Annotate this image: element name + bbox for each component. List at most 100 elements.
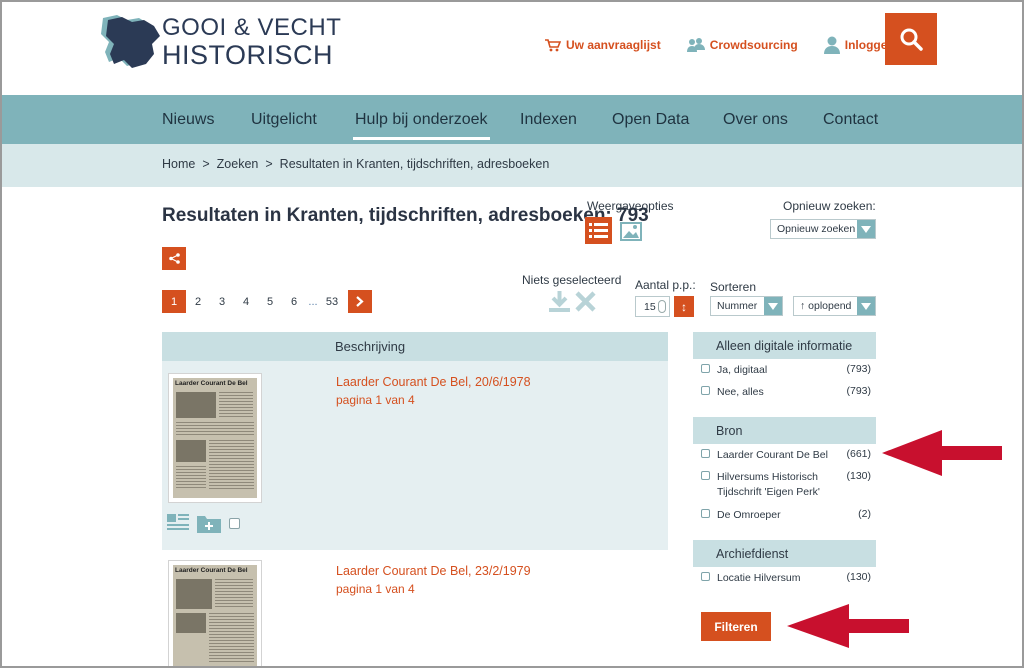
annotation-arrow-icon bbox=[882, 430, 1002, 476]
facet-checkbox[interactable] bbox=[701, 364, 710, 373]
image-icon bbox=[620, 222, 642, 241]
breadcrumb-home[interactable]: Home bbox=[162, 157, 195, 171]
facet-checkbox[interactable] bbox=[701, 572, 710, 581]
selection-status: Niets geselecteerd bbox=[522, 273, 622, 287]
per-page-value: 15 bbox=[644, 300, 656, 313]
request-list-link[interactable]: Uw aanvraaglijst bbox=[545, 38, 661, 52]
facet-option-label-line2: Tijdschrift 'Eigen Perk' bbox=[717, 486, 820, 498]
result-thumbnail[interactable]: Laarder Courant De Bel bbox=[168, 373, 262, 503]
breadcrumb-separator: > bbox=[265, 157, 273, 171]
list-view-button[interactable] bbox=[585, 217, 612, 244]
page-link[interactable]: 1 bbox=[162, 290, 186, 313]
logo-title-line1: GOOI & VECHT bbox=[162, 14, 342, 41]
sort-label: Sorteren bbox=[710, 280, 757, 294]
facet-heading-source: Bron bbox=[693, 417, 876, 444]
per-page-label: Aantal p.p.: bbox=[635, 278, 696, 292]
spinner-icon[interactable] bbox=[658, 300, 666, 313]
filter-button[interactable]: Filteren bbox=[701, 612, 771, 641]
breadcrumb-search[interactable]: Zoeken bbox=[217, 157, 259, 171]
facet-checkbox[interactable] bbox=[701, 509, 710, 518]
sort-direction-icon: ↕ bbox=[681, 299, 687, 314]
page-link[interactable]: 4 bbox=[234, 290, 258, 313]
breadcrumb-bar: Home > Zoeken > Resultaten in Kranten, t… bbox=[0, 144, 1024, 187]
crowdsourcing-label: Crowdsourcing bbox=[709, 38, 798, 52]
facet-option-label: Ja, digitaal bbox=[717, 364, 768, 376]
facet-option-count: (661) bbox=[846, 448, 871, 460]
result-page-info: pagina 1 van 4 bbox=[336, 582, 415, 596]
facet-checkbox[interactable] bbox=[701, 449, 710, 458]
page-title: Resultaten in Kranten, tijdschriften, ad… bbox=[162, 205, 649, 226]
facet-heading-archive: Archiefdienst bbox=[693, 540, 876, 567]
sort-direction-button[interactable]: ↕ bbox=[674, 296, 694, 317]
nav-item-contact[interactable]: Contact bbox=[823, 95, 878, 144]
research-select-value: Opnieuw zoeken bbox=[777, 223, 856, 235]
result-title-link[interactable]: Laarder Courant De Bel, 20/6/1978 bbox=[336, 375, 531, 389]
gallery-view-button[interactable] bbox=[620, 222, 642, 246]
result-select-checkbox[interactable] bbox=[229, 518, 240, 529]
facet-option[interactable]: Hilversums Historisch Tijdschrift 'Eigen… bbox=[701, 470, 871, 502]
page-ellipsis: ... bbox=[308, 295, 318, 308]
chevron-right-icon bbox=[356, 296, 364, 307]
thumbnail-masthead: Laarder Courant De Bel bbox=[175, 567, 248, 574]
research-select[interactable]: Opnieuw zoeken bbox=[770, 219, 876, 239]
chevron-down-icon bbox=[764, 297, 782, 315]
page-link[interactable]: 3 bbox=[210, 290, 234, 313]
next-page-button[interactable] bbox=[348, 290, 372, 313]
page-link[interactable]: 5 bbox=[258, 290, 282, 313]
nav-item-news[interactable]: Nieuws bbox=[162, 95, 214, 144]
nav-item-about[interactable]: Over ons bbox=[723, 95, 788, 144]
details-icon[interactable] bbox=[167, 514, 189, 533]
sort-field-select[interactable]: Nummer bbox=[710, 296, 783, 316]
download-icon[interactable] bbox=[548, 290, 571, 313]
request-list-label: Uw aanvraaglijst bbox=[566, 38, 661, 52]
facet-option-count: (793) bbox=[846, 385, 871, 397]
user-icon bbox=[823, 36, 840, 54]
sort-order-value: ↑ oplopend bbox=[800, 300, 852, 312]
site-logo[interactable]: GOOI & VECHT HISTORISCH bbox=[100, 12, 341, 74]
facet-option-label: Locatie Hilversum bbox=[717, 572, 801, 584]
page-link[interactable]: 53 bbox=[320, 290, 344, 313]
description-column-label: Beschrijving bbox=[335, 339, 406, 354]
map-logo-icon bbox=[101, 15, 160, 68]
clear-selection-icon[interactable] bbox=[574, 290, 597, 313]
result-thumbnail[interactable]: Laarder Courant De Bel bbox=[168, 560, 262, 668]
nav-item-open-data[interactable]: Open Data bbox=[612, 95, 689, 144]
share-icon bbox=[168, 253, 180, 264]
view-options-label: Weergaveopties bbox=[587, 199, 674, 213]
nav-item-highlighted[interactable]: Uitgelicht bbox=[251, 95, 317, 144]
result-title-link[interactable]: Laarder Courant De Bel, 23/2/1979 bbox=[336, 564, 531, 578]
facet-option-label: Hilversums Historisch bbox=[717, 471, 818, 483]
nav-item-research-help[interactable]: Hulp bij onderzoek bbox=[353, 95, 490, 144]
main-nav: Nieuws Uitgelicht Hulp bij onderzoek Ind… bbox=[0, 95, 1024, 144]
thumbnail-masthead: Laarder Courant De Bel bbox=[175, 380, 248, 387]
page-link[interactable]: 6 bbox=[282, 290, 306, 313]
sort-field-value: Nummer bbox=[717, 300, 758, 312]
facet-option-count: (793) bbox=[846, 363, 871, 375]
sort-order-select[interactable]: ↑ oplopend bbox=[793, 296, 876, 316]
nav-item-indexes[interactable]: Indexen bbox=[520, 95, 577, 144]
results-column-header: Beschrijving bbox=[162, 332, 668, 361]
facet-option-count: (2) bbox=[858, 508, 871, 520]
search-button[interactable] bbox=[885, 13, 937, 65]
page-link[interactable]: 2 bbox=[186, 290, 210, 313]
facet-option-count: (130) bbox=[846, 470, 871, 482]
search-icon bbox=[900, 28, 923, 51]
facet-option-label: Laarder Courant De Bel bbox=[717, 449, 828, 461]
result-page-info: pagina 1 van 4 bbox=[336, 393, 415, 407]
facet-option-label: Nee, alles bbox=[717, 386, 764, 398]
crowdsourcing-link[interactable]: Crowdsourcing bbox=[686, 38, 798, 52]
cart-icon bbox=[545, 38, 561, 51]
breadcrumb-current: Resultaten in Kranten, tijdschriften, ad… bbox=[279, 157, 550, 171]
facet-option-label: De Omroeper bbox=[717, 509, 781, 521]
facet-checkbox[interactable] bbox=[701, 471, 710, 480]
facet-option-count: (130) bbox=[846, 571, 871, 583]
research-label: Opnieuw zoeken: bbox=[783, 199, 876, 213]
facet-checkbox[interactable] bbox=[701, 386, 710, 395]
per-page-stepper[interactable]: 15 bbox=[635, 296, 670, 317]
share-button[interactable] bbox=[162, 247, 186, 270]
people-icon bbox=[686, 38, 705, 52]
chevron-down-icon bbox=[857, 220, 875, 238]
logo-title-line2: HISTORISCH bbox=[162, 40, 334, 70]
add-to-folder-icon[interactable] bbox=[197, 514, 221, 533]
chevron-down-icon bbox=[857, 297, 875, 315]
